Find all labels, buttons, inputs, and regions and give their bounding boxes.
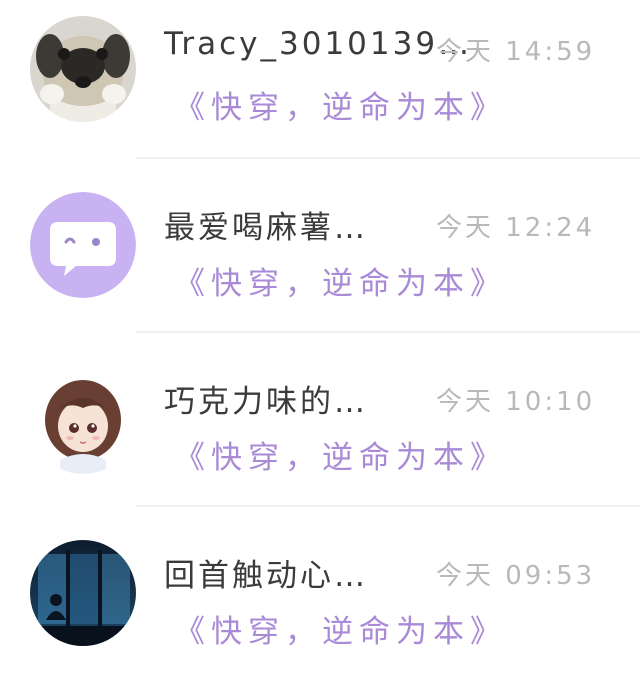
contact-name: 最爱喝麻薯… [164,210,368,246]
message-preview: 《快穿，逆命为本》 [174,614,507,650]
conversation-row[interactable]: Tracy_3010139… 今天 14:59 《快穿，逆命为本》 [0,0,640,174]
message-preview: 《快穿，逆命为本》 [174,90,507,126]
row-divider [136,157,640,159]
pug-dog-avatar[interactable] [30,16,136,122]
anime-girl-avatar[interactable] [30,368,136,474]
conversation-list: Tracy_3010139… 今天 14:59 《快穿，逆命为本》 最爱喝麻薯…… [0,0,640,684]
contact-name: 巧克力味的… [164,384,368,420]
message-preview: 《快穿，逆命为本》 [174,266,507,302]
message-time: 今天 14:59 [436,37,596,67]
chat-bubble-face-avatar[interactable] [30,192,136,298]
pug-dog-icon [30,16,136,122]
anime-girl-icon [30,368,136,474]
row-divider [136,331,640,333]
chat-bubble-face-icon [30,192,136,298]
message-preview: 《快穿，逆命为本》 [174,440,507,476]
message-time: 今天 12:24 [436,213,596,243]
message-time: 今天 10:10 [436,387,596,417]
message-time: 今天 09:53 [436,561,596,591]
night-window-icon [30,540,136,646]
row-divider [136,505,640,507]
night-window-avatar[interactable] [30,540,136,646]
contact-name: Tracy_3010139… [164,26,473,62]
contact-name: 回首触动心… [164,558,368,594]
conversation-row[interactable]: 最爱喝麻薯… 今天 12:24 《快穿，逆命为本》 [0,174,640,348]
conversation-row[interactable]: 回首触动心… 今天 09:53 《快穿，逆命为本》 [0,522,640,684]
conversation-row[interactable]: 巧克力味的… 今天 10:10 《快穿，逆命为本》 [0,348,640,522]
